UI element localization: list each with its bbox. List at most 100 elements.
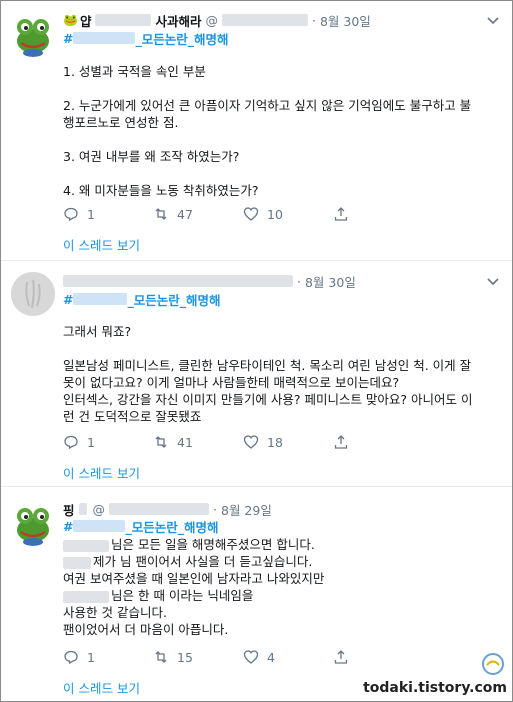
- like-count: 4: [267, 649, 275, 665]
- hashtag[interactable]: # _모든논란_해명해: [63, 290, 221, 308]
- hashtag-prefix: #: [63, 30, 74, 46]
- retweet-count: 41: [177, 434, 193, 450]
- hashtag-prefix: #: [63, 518, 74, 534]
- share-button[interactable]: [333, 434, 423, 450]
- separator-dot: ·: [213, 501, 217, 517]
- redacted-handle: [221, 14, 308, 26]
- redacted-hashtag: [73, 293, 128, 305]
- retweet-icon: [155, 436, 167, 448]
- reply-count: 1: [87, 206, 95, 222]
- frog-avatar-icon[interactable]: [11, 13, 55, 57]
- retweet-icon: [155, 208, 167, 220]
- reply-button[interactable]: 1: [63, 206, 153, 222]
- redacted-name: [95, 14, 152, 26]
- retweet-icon: [155, 651, 167, 663]
- separator-dot: ·: [297, 273, 301, 289]
- tweet-header: 핑 @ · 8월 29일: [63, 500, 276, 518]
- retweet-count: 15: [177, 649, 193, 665]
- retweet-button[interactable]: 47: [153, 206, 243, 222]
- like-button[interactable]: 4: [243, 649, 333, 665]
- chevron-down-icon[interactable]: [486, 273, 500, 287]
- tweet-line: 일본남성 페미니스트, 클린한 남우타이테인 척. 목소리 여린 남성인 척. …: [63, 358, 472, 373]
- tweet-line: 3. 여권 내부를 왜 조작 하였는가?: [63, 149, 240, 164]
- hashtag-suffix: _모든논란_해명해: [125, 519, 219, 535]
- share-button[interactable]: [333, 206, 423, 222]
- tweet-text: 님은 모든 일을 해명해주셨으면 합니다. 제가 님 팬이어서 사실을 더 듣고…: [63, 536, 503, 638]
- reply-button[interactable]: 1: [63, 434, 153, 450]
- tweet-3[interactable]: 핑 @ · 8월 29일 # _모든논란_해명해 님은 모든 일을 해명해주셨으…: [1, 488, 512, 701]
- tweet-actions: 1 41 18: [63, 433, 423, 451]
- tweet-line: 2. 누군가에게 있어선 큰 아픔이자 기억하고 싶지 않은 기억임에도 불구하…: [63, 98, 472, 113]
- frog-avatar-icon[interactable]: [11, 502, 55, 546]
- reply-icon: [64, 650, 78, 665]
- redacted-hashtag: [73, 32, 136, 44]
- chevron-down-icon[interactable]: [486, 12, 500, 26]
- tweet-2[interactable]: · 8월 30일 # _모든논란_해명해 그래서 뭐죠? 일본남성 페미니스트,…: [1, 262, 512, 487]
- hashtag-prefix: #: [63, 291, 74, 307]
- tweet-line: 인터섹스, 강간을 자신 이미지 만들기에 사용? 페미니스트 맞아요? 아니어…: [63, 392, 473, 407]
- share-icon: [334, 650, 348, 664]
- redacted-hashtag: [73, 520, 126, 532]
- reply-icon: [64, 207, 78, 222]
- tweet-line: 못이 없다고요? 이게 얼마나 사람들한테 매력적으로 보이는데요?: [63, 375, 400, 390]
- tweet-header: · 8월 30일: [63, 272, 360, 290]
- like-icon: [243, 650, 259, 664]
- show-thread-link[interactable]: 이 스레드 보기: [63, 463, 140, 482]
- show-thread-link[interactable]: 이 스레드 보기: [63, 678, 140, 697]
- hashtag[interactable]: # _모든논란_해명해: [63, 29, 229, 47]
- separator-dot: ·: [311, 12, 316, 28]
- author-name[interactable]: 얍: [80, 11, 92, 30]
- share-icon: [334, 207, 348, 221]
- hashtag-suffix: _모든논란_해명해: [135, 31, 229, 47]
- watermark-logo-icon: [482, 653, 504, 675]
- tweet-line: 런 건 도덕적으로 잘못됐죠: [63, 409, 202, 424]
- author-name[interactable]: 핑: [63, 500, 75, 519]
- reply-count: 1: [87, 434, 95, 450]
- retweet-button[interactable]: 15: [153, 649, 243, 665]
- user-avatar-icon[interactable]: [11, 272, 55, 316]
- like-count: 18: [267, 434, 283, 450]
- redacted-name: [78, 503, 87, 515]
- reply-icon: [64, 435, 78, 450]
- tweet-header: 🐸 얍 사과해라 @ · 8월 30일: [63, 11, 375, 29]
- frog-emoji-icon: 🐸: [63, 13, 78, 27]
- show-thread-link[interactable]: 이 스레드 보기: [63, 235, 140, 254]
- tweet-timestamp[interactable]: 8월 30일: [305, 272, 356, 291]
- like-button[interactable]: 18: [243, 434, 333, 450]
- tweet-line: 4. 왜 미자분들을 노동 착취하였는가?: [63, 183, 259, 198]
- tweet-actions: 1 47 10: [63, 205, 423, 223]
- tweet-timestamp[interactable]: 8월 30일: [320, 11, 371, 30]
- retweet-button[interactable]: 41: [153, 434, 243, 450]
- author-handle[interactable]: @: [93, 502, 106, 517]
- tweet-line: 팬이었어서 더 마음이 아픕니다.: [63, 622, 229, 637]
- author-handle[interactable]: @: [205, 13, 218, 28]
- tweet-line: 그래서 뭐죠?: [63, 324, 132, 339]
- tweet-text: 1. 성별과 국적을 속인 부분 2. 누군가에게 있어선 큰 아픔이자 기억하…: [63, 63, 503, 199]
- tweet-line: 님은 한 때 이라는 닉네임을: [63, 587, 503, 604]
- like-icon: [243, 207, 259, 221]
- like-icon: [243, 435, 259, 449]
- hashtag-suffix: _모든논란_해명해: [127, 292, 221, 308]
- tweet-line: 제가 님 팬이어서 사실을 더 듣고싶습니다.: [63, 553, 503, 570]
- hashtag[interactable]: # _모든논란_해명해: [63, 517, 219, 535]
- tweet-line: 사용한 것 같습니다.: [63, 605, 167, 620]
- redacted-author: [63, 275, 293, 287]
- tweet-1[interactable]: 🐸 얍 사과해라 @ · 8월 30일 # _모든논란_해명해 1. 성별과 국…: [1, 1, 512, 261]
- author-name-suffix[interactable]: 사과해라: [155, 11, 201, 30]
- redacted-handle: [109, 503, 210, 515]
- redacted-name: [63, 539, 109, 552]
- tweet-actions: 1 15 4: [63, 648, 423, 666]
- tweet-line: 님은 모든 일을 해명해주셨으면 합니다.: [63, 536, 503, 553]
- share-icon: [334, 435, 348, 449]
- like-button[interactable]: 10: [243, 206, 333, 222]
- tweet-line: 행포르노로 연성한 점.: [63, 115, 179, 130]
- tweet-timestamp[interactable]: 8월 29일: [221, 500, 272, 519]
- redacted-name: [63, 556, 91, 569]
- share-button[interactable]: [333, 649, 423, 665]
- tweet-line: 여권 보여주셨을 때 일본인에 남자라고 나와있지만: [63, 571, 325, 586]
- retweet-count: 47: [177, 206, 193, 222]
- reply-button[interactable]: 1: [63, 649, 153, 665]
- redacted-name: [63, 590, 109, 603]
- tweet-text: 그래서 뭐죠? 일본남성 페미니스트, 클린한 남우타이테인 척. 목소리 여린…: [63, 323, 503, 425]
- tweet-line: 1. 성별과 국적을 속인 부분: [63, 64, 206, 79]
